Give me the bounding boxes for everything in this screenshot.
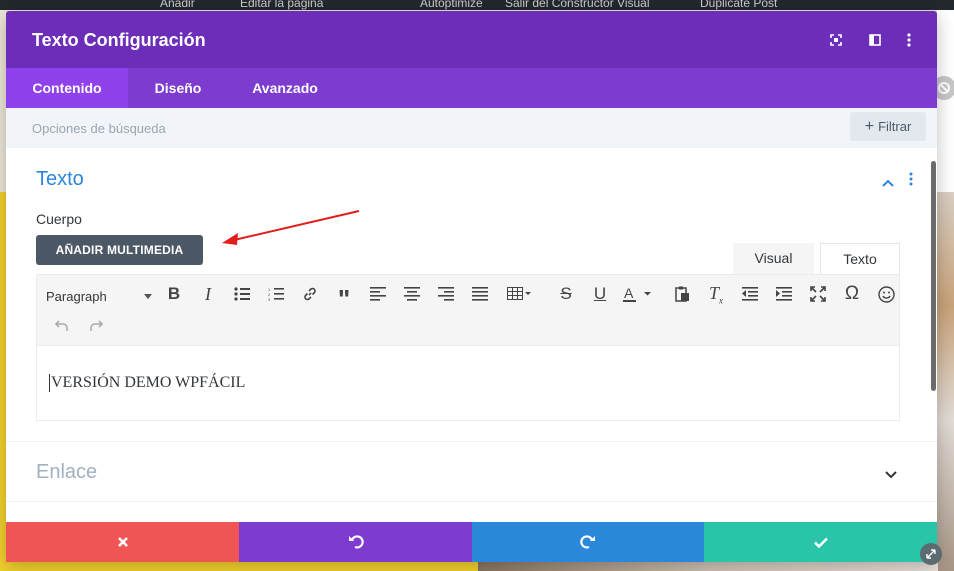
admin-bar-item[interactable]: Editar la página [240, 0, 323, 10]
section-divider [6, 501, 937, 502]
text-caret [49, 374, 50, 393]
filter-button[interactable]: + Filtrar [850, 112, 926, 141]
align-left-icon[interactable] [365, 281, 391, 307]
admin-bar-item[interactable]: Salir del Constructor Visual [505, 0, 650, 10]
align-center-icon[interactable] [399, 281, 425, 307]
link-icon[interactable] [297, 281, 323, 307]
admin-bar-item[interactable]: Autoptimize [420, 0, 483, 10]
text-color-icon[interactable]: A [619, 281, 655, 307]
redo-icon [580, 535, 595, 549]
strikethrough-icon[interactable]: S [553, 281, 579, 307]
field-label-cuerpo: Cuerpo [36, 211, 82, 227]
resize-handle-icon[interactable] [920, 543, 942, 565]
modal-content: Texto Cuerpo AÑADIR MULTIMEDIA Visual Te… [6, 148, 937, 522]
close-icon [117, 537, 128, 547]
clear-format-icon[interactable]: Tx [703, 281, 729, 307]
save-button[interactable] [704, 522, 937, 562]
italic-icon[interactable]: I [195, 281, 221, 307]
undo-button[interactable] [239, 522, 472, 562]
svg-text:A: A [624, 286, 634, 301]
paste-icon[interactable] [669, 281, 695, 307]
underline-icon[interactable]: U [587, 281, 613, 307]
table-icon[interactable] [503, 281, 535, 307]
cancel-button[interactable] [6, 522, 239, 562]
caret-down-icon [144, 293, 152, 299]
tab-diseno[interactable]: Diseño [128, 68, 228, 108]
section-title-texto[interactable]: Texto [36, 168, 84, 191]
section-title-enlace[interactable]: Enlace [36, 461, 97, 484]
page-background-yellow [0, 562, 478, 571]
fullscreen-icon[interactable] [805, 281, 831, 307]
undo-icon [348, 535, 364, 549]
redo-button[interactable] [472, 522, 704, 562]
content-scrollbar[interactable] [931, 161, 936, 391]
svg-text:3: 3 [268, 297, 271, 301]
admin-bar-item[interactable]: Duplicate Post [700, 0, 777, 10]
align-justify-icon[interactable] [467, 281, 493, 307]
editor-tab-texto[interactable]: Texto [820, 243, 900, 274]
editor-content[interactable]: VERSIÓN DEMO WPFÁCIL [49, 374, 246, 393]
annotation-arrow-icon [222, 210, 360, 245]
modal-footer [6, 522, 937, 562]
align-right-icon[interactable] [433, 281, 459, 307]
page-background-image [937, 192, 954, 571]
split-view-icon[interactable] [866, 31, 884, 49]
chevron-down-icon[interactable] [885, 466, 897, 484]
format-select-value: Paragraph [46, 288, 107, 304]
admin-bar: Añadir Editar la página Autoptimize Sali… [0, 0, 954, 10]
more-options-icon[interactable] [900, 31, 918, 49]
bullet-list-icon[interactable] [229, 281, 255, 307]
modal-title: Texto Configuración [32, 30, 206, 50]
undo-icon[interactable] [49, 313, 75, 339]
section-divider [6, 441, 937, 442]
settings-modal: Texto Configuración Contenido Diseño Ava… [6, 11, 937, 562]
bold-icon[interactable]: B [161, 281, 187, 307]
numbered-list-icon[interactable]: 123 [263, 281, 289, 307]
section-menu-icon[interactable] [909, 172, 913, 191]
filter-label: Filtrar [878, 119, 912, 134]
editor-body[interactable]: VERSIÓN DEMO WPFÁCIL [36, 346, 900, 421]
check-icon [813, 537, 828, 548]
format-select[interactable]: Paragraph [46, 285, 152, 307]
editor-content-text: VERSIÓN DEMO WPFÁCIL [51, 374, 246, 391]
page-background-image [478, 562, 938, 571]
modal-tabs: Contenido Diseño Avanzado [6, 68, 937, 108]
expand-icon[interactable] [827, 31, 845, 49]
outdent-icon[interactable] [737, 281, 763, 307]
plus-icon: + [864, 117, 875, 135]
editor-toolbar: Paragraph B I 123 " S U A Tx Ω [36, 274, 900, 346]
omega-icon[interactable]: Ω [839, 281, 865, 307]
options-search-bar: + Filtrar [6, 108, 937, 148]
indent-icon[interactable] [771, 281, 797, 307]
emoji-icon[interactable] [873, 281, 899, 307]
tab-avanzado[interactable]: Avanzado [228, 68, 342, 108]
add-media-button[interactable]: AÑADIR MULTIMEDIA [36, 235, 203, 265]
chevron-up-icon[interactable] [882, 174, 894, 192]
editor-tab-visual[interactable]: Visual [733, 243, 814, 274]
admin-bar-item[interactable]: Añadir [160, 0, 195, 10]
modal-header: Texto Configuración [6, 11, 937, 68]
redo-icon[interactable] [83, 313, 109, 339]
options-search-input[interactable] [32, 116, 812, 140]
tab-contenido[interactable]: Contenido [6, 68, 128, 108]
blockquote-icon[interactable]: " [331, 281, 357, 312]
